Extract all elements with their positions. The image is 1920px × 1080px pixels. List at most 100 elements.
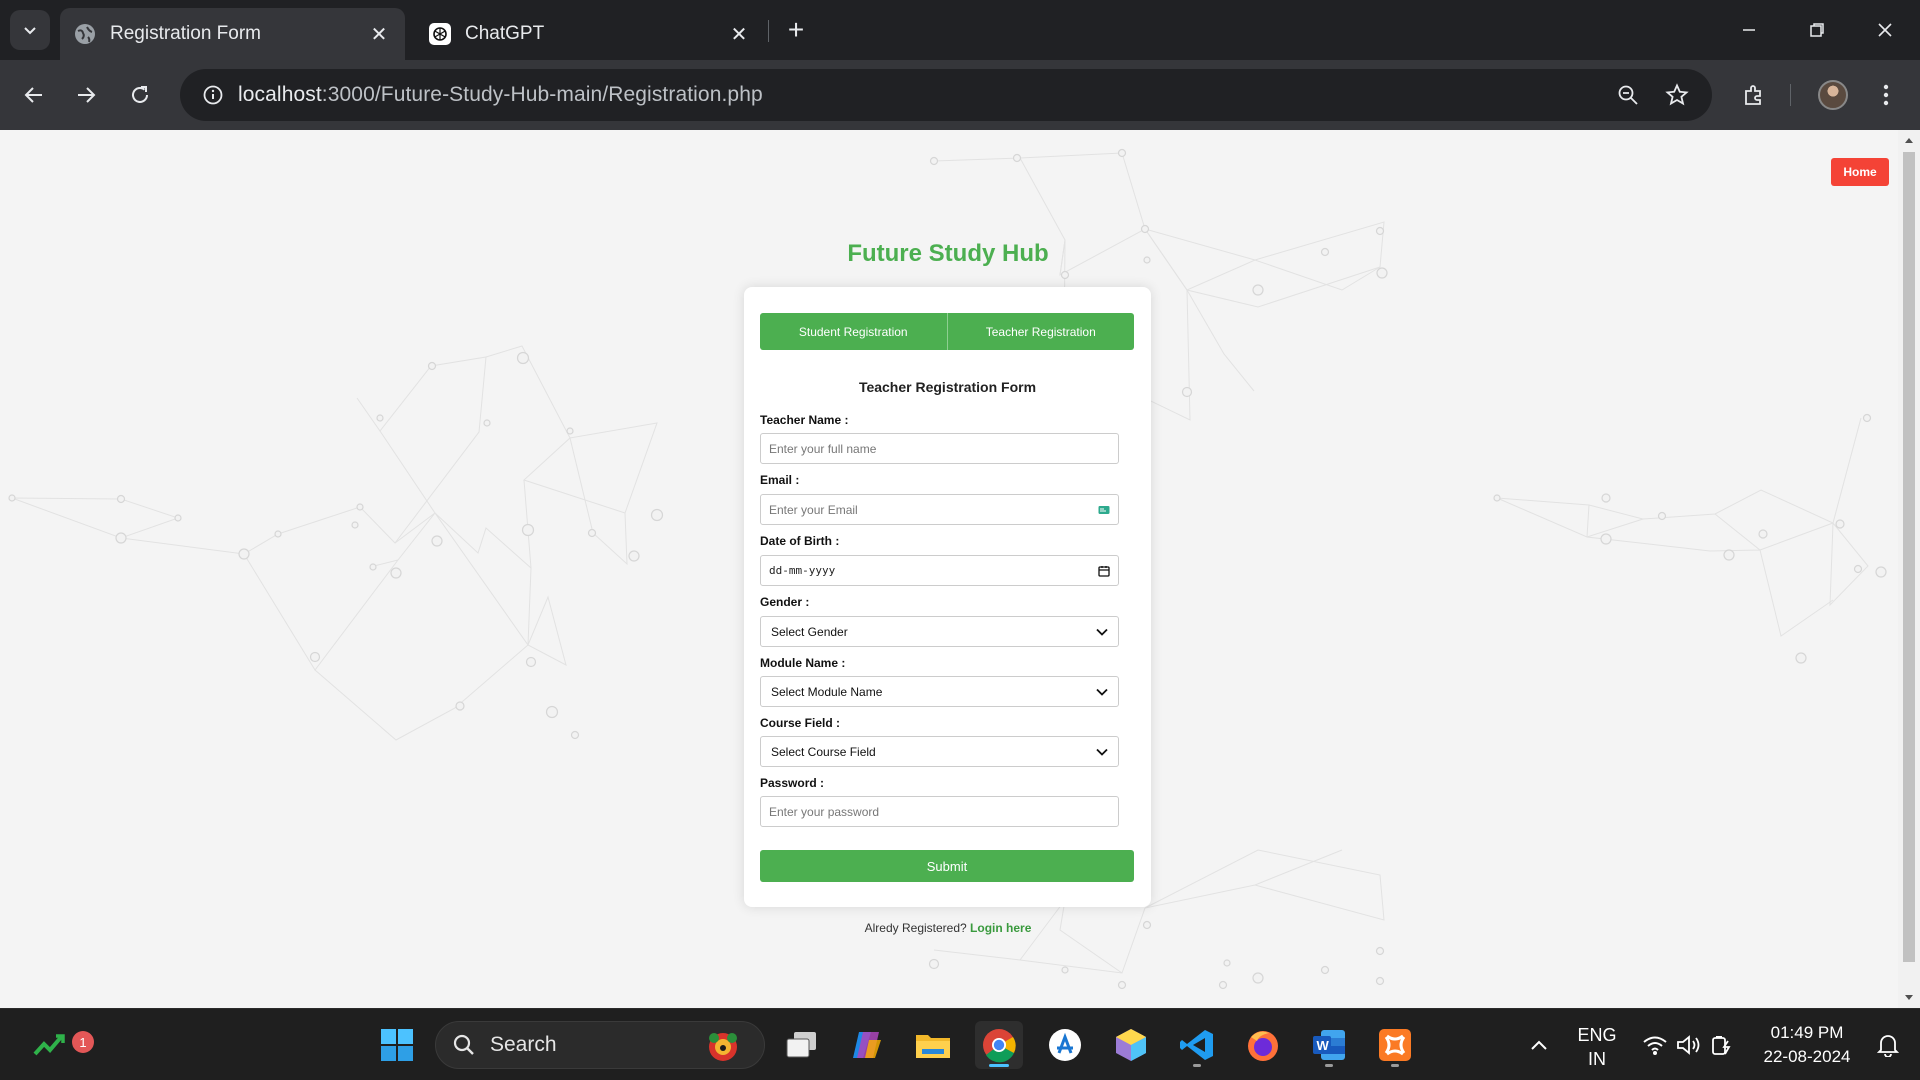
gender-select[interactable]: Select Gender [760, 616, 1119, 647]
chatgpt-icon [429, 23, 451, 45]
input-language[interactable]: ENG IN [1572, 1023, 1622, 1071]
back-button[interactable] [12, 73, 56, 117]
login-prompt-text: Alredy Registered? [864, 921, 967, 935]
clock-time: 01:49 PM [1770, 1023, 1844, 1042]
notification-badge: 1 [72, 1031, 94, 1053]
vscode-button[interactable] [1173, 1021, 1221, 1069]
file-explorer-button[interactable] [909, 1021, 957, 1069]
task-view-button[interactable] [777, 1021, 825, 1069]
clock[interactable]: 01:49 PM 22-08-2024 [1752, 1021, 1862, 1069]
bookmark-star-icon[interactable] [1655, 69, 1699, 121]
search-icon [453, 1034, 474, 1055]
region-code: IN [1588, 1049, 1606, 1069]
close-tab-icon[interactable]: ✕ [367, 22, 391, 46]
close-tab-icon[interactable]: ✕ [727, 22, 751, 46]
firefox-icon [1248, 1031, 1278, 1061]
virtualbox-button[interactable] [1107, 1021, 1155, 1069]
word-icon: W [1313, 1030, 1345, 1060]
submit-button[interactable]: Submit [760, 850, 1134, 882]
address-bar[interactable]: localhost:3000/Future-Study-Hub-main/Reg… [180, 69, 1712, 121]
avatar [1818, 80, 1848, 110]
svg-text:W: W [1317, 1038, 1330, 1053]
email-input[interactable]: Enter your Email [760, 494, 1119, 525]
minimize-button[interactable] [1724, 10, 1774, 50]
extensions-button[interactable] [1732, 73, 1776, 117]
search-label: Search [490, 1033, 557, 1056]
task-view-icon [786, 1032, 816, 1058]
form-title: Teacher Registration Form [858, 379, 1037, 395]
tab-chatgpt[interactable]: ChatGPT ✕ [415, 8, 765, 60]
home-button[interactable]: Home [1831, 158, 1889, 186]
vscode-icon [1180, 1030, 1213, 1060]
close-icon [1878, 23, 1892, 37]
autofill-card-icon[interactable] [1098, 505, 1110, 515]
module-name-select[interactable]: Select Module Name [760, 676, 1119, 707]
firefox-button[interactable] [1239, 1021, 1287, 1069]
chevron-down-icon [1096, 628, 1108, 636]
browser-toolbar: localhost:3000/Future-Study-Hub-main/Reg… [0, 60, 1920, 130]
reload-button[interactable] [118, 73, 162, 117]
chevron-up-icon [1531, 1040, 1547, 1050]
globe-icon [74, 23, 96, 45]
chevron-down-icon [24, 27, 36, 35]
course-field-label: Course Field : [760, 716, 841, 730]
wifi-icon [1643, 1036, 1667, 1055]
chrome-icon [983, 1029, 1016, 1063]
scroll-down-arrow-icon[interactable] [1903, 992, 1915, 1004]
windows-logo-icon [381, 1029, 413, 1061]
bell-icon [1877, 1035, 1899, 1057]
start-button[interactable] [373, 1021, 421, 1069]
forward-button[interactable] [64, 73, 108, 117]
app-store-button[interactable] [1041, 1021, 1089, 1069]
site-info-icon[interactable] [188, 69, 238, 121]
tab-divider [768, 20, 769, 42]
course-field-select[interactable]: Select Course Field [760, 736, 1119, 767]
clock-date: 22-08-2024 [1763, 1047, 1851, 1066]
stocks-widget-button[interactable]: 1 [26, 1021, 94, 1069]
word-button[interactable]: W [1305, 1021, 1353, 1069]
module-name-label: Module Name : [760, 656, 846, 670]
notifications-button[interactable] [1866, 1021, 1910, 1069]
teacher-name-input[interactable]: Enter your full name [760, 433, 1119, 464]
system-tray-status[interactable] [1636, 1021, 1740, 1069]
scroll-up-arrow-icon[interactable] [1903, 134, 1915, 146]
profile-button[interactable] [1811, 73, 1855, 117]
password-input[interactable]: Enter your password [760, 796, 1119, 827]
chrome-taskbar-button[interactable] [975, 1021, 1023, 1069]
active-indicator [989, 1064, 1009, 1067]
chevron-down-icon [1096, 688, 1108, 696]
minimize-icon [1743, 29, 1755, 31]
teacher-registration-button[interactable]: Teacher Registration [946, 313, 1134, 350]
tab-search-button[interactable] [10, 10, 50, 50]
url-text[interactable]: localhost:3000/Future-Study-Hub-main/Reg… [238, 83, 763, 107]
running-indicator [1325, 1064, 1333, 1067]
chevron-down-icon [1096, 748, 1108, 756]
taskbar-search[interactable]: Search [435, 1021, 765, 1069]
dob-input[interactable]: dd-mm-yyyy [760, 555, 1119, 586]
show-hidden-icons-button[interactable] [1516, 1021, 1562, 1069]
browser-menu-button[interactable] [1864, 73, 1908, 117]
arrow-left-icon [24, 87, 42, 103]
login-link[interactable]: Login here [970, 921, 1031, 935]
xampp-button[interactable] [1371, 1021, 1419, 1069]
calendar-icon[interactable] [1098, 565, 1110, 577]
copilot-button[interactable] [843, 1021, 891, 1069]
vertical-scrollbar[interactable] [1898, 130, 1920, 1008]
scrollbar-thumb[interactable] [1903, 152, 1915, 962]
date-placeholder: dd-mm-yyyy [769, 564, 836, 577]
zoom-icon[interactable] [1606, 69, 1650, 121]
close-window-button[interactable] [1860, 10, 1910, 50]
registration-type-toggle: Student Registration Teacher Registratio… [760, 313, 1134, 350]
new-tab-button[interactable]: + [780, 14, 812, 46]
battery-charging-icon [1712, 1036, 1731, 1055]
select-value: Select Course Field [771, 744, 876, 759]
student-registration-button[interactable]: Student Registration [760, 313, 947, 350]
tab-title: ChatGPT [465, 23, 545, 44]
select-value: Select Module Name [771, 684, 883, 699]
tab-title: Registration Form [110, 23, 261, 44]
windows-taskbar: 1 Search W ENG IN 01:49 PM 22-08-2024 [0, 1008, 1920, 1080]
tab-registration-form[interactable]: Registration Form ✕ [60, 8, 405, 60]
registration-card: Student Registration Teacher Registratio… [744, 287, 1151, 907]
stocks-widget-icon [33, 1034, 65, 1056]
restore-button[interactable] [1792, 10, 1842, 50]
